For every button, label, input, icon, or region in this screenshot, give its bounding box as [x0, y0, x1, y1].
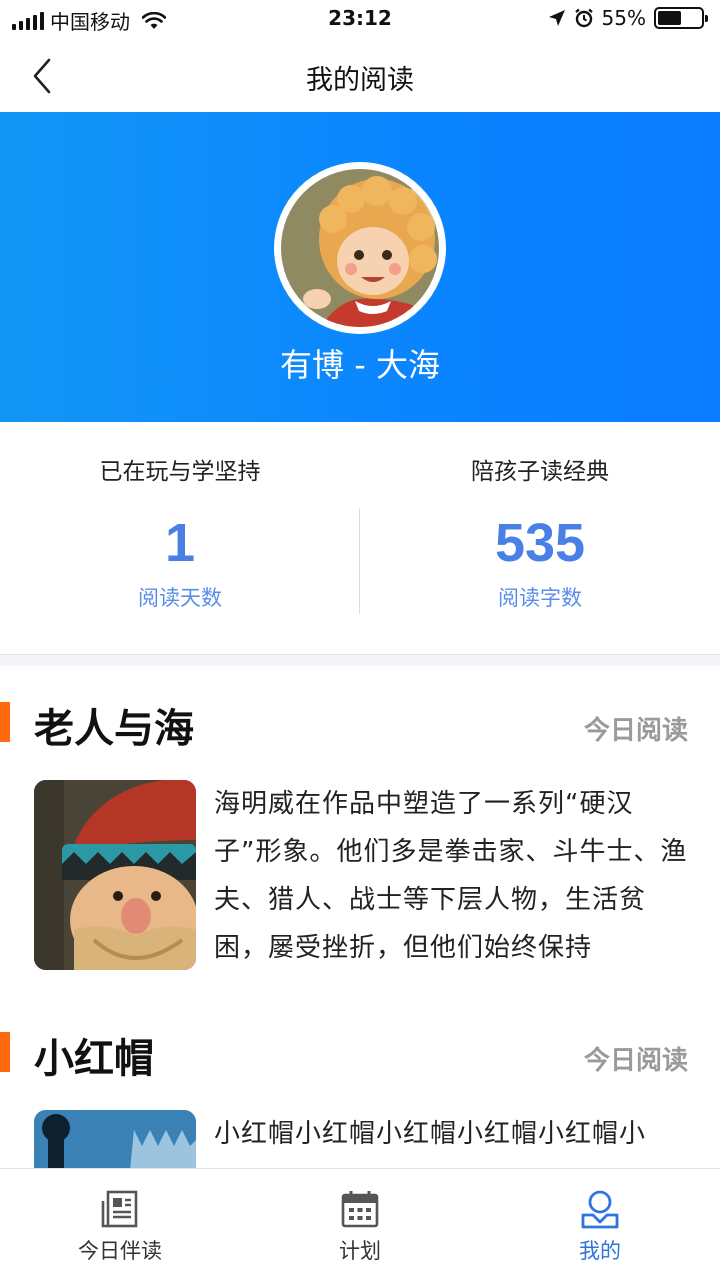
tab-label: 计划 — [339, 1239, 381, 1263]
tab-label: 今日伴读 — [78, 1239, 162, 1263]
stat-value: 535 — [494, 513, 586, 573]
user-name: 有博 - 大海 — [280, 346, 440, 384]
battery-percent: 55% — [601, 6, 646, 30]
book-cover[interactable] — [34, 780, 196, 970]
section-accent-bar — [0, 1032, 10, 1072]
book-item[interactable]: 小红帽 今日阅读 小红帽小红帽小红帽小红帽小红帽小 — [0, 996, 720, 1168]
battery-fill — [658, 11, 682, 25]
tab-bar: 今日伴读 计划 我的 — [0, 1168, 720, 1280]
profile-icon — [581, 1190, 619, 1229]
today-reading-link[interactable]: 今日阅读 — [584, 710, 688, 747]
tab-plan[interactable]: 计划 — [240, 1169, 480, 1280]
book-title: 小红帽 — [34, 1036, 154, 1082]
tab-label: 我的 — [579, 1239, 621, 1263]
status-right: 55% — [548, 6, 708, 30]
book-cover[interactable] — [34, 1110, 196, 1168]
section-divider — [0, 654, 720, 666]
stat-heading: 陪孩子读经典 — [471, 459, 609, 485]
profile-header: 有博 - 大海 — [0, 112, 720, 422]
page-title: 我的阅读 — [306, 65, 414, 96]
reading-stats: 已在玩与学坚持 1 阅读天数 陪孩子读经典 535 阅读字数 — [0, 422, 720, 654]
calendar-icon — [341, 1191, 379, 1228]
book-item[interactable]: 老人与海 今日阅读 海明威在作品中塑造了一系列“硬汉子”形象。他们多是拳击家、斗… — [0, 666, 720, 996]
stat-reading-days: 已在玩与学坚持 1 阅读天数 — [0, 422, 360, 654]
stat-value: 1 — [164, 513, 196, 573]
book-description: 小红帽小红帽小红帽小红帽小红帽小 — [214, 1119, 647, 1149]
battery-icon — [654, 7, 708, 29]
avatar[interactable] — [274, 162, 446, 334]
status-bar: 中国移动 23:12 55% — [0, 0, 720, 40]
book-title: 老人与海 — [34, 706, 194, 752]
alarm-icon — [574, 8, 593, 28]
location-arrow-icon — [548, 10, 565, 26]
book-description: 海明威在作品中塑造了一系列“硬汉子”形象。他们多是拳击家、斗牛士、渔夫、猎人、战… — [214, 789, 688, 963]
newspaper-icon — [101, 1190, 138, 1228]
avatar-image — [281, 169, 439, 327]
tab-today-reading[interactable]: 今日伴读 — [0, 1169, 240, 1280]
stat-caption: 阅读字数 — [498, 586, 582, 610]
nav-bar: 我的阅读 — [0, 40, 720, 112]
stat-reading-words: 陪孩子读经典 535 阅读字数 — [360, 422, 720, 654]
stat-caption: 阅读天数 — [138, 586, 222, 610]
today-reading-link[interactable]: 今日阅读 — [584, 1040, 688, 1077]
tab-mine[interactable]: 我的 — [480, 1169, 720, 1280]
section-accent-bar — [0, 702, 10, 742]
stat-heading: 已在玩与学坚持 — [99, 459, 261, 485]
